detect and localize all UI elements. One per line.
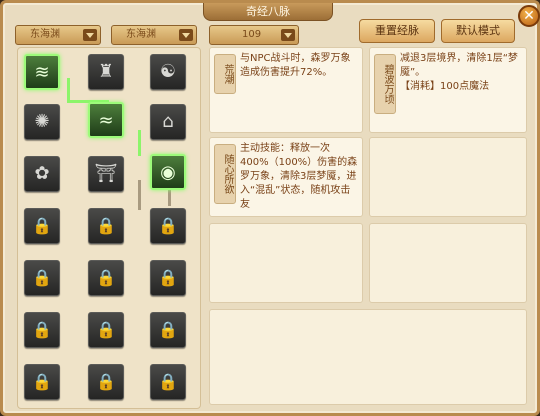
empty-skill-card — [209, 223, 363, 303]
skill-cell-lotus[interactable]: ✿ — [24, 156, 60, 192]
lock-icon: 🔒 — [158, 372, 178, 391]
skill-cell-locked[interactable]: 🔒 — [150, 260, 186, 296]
lock-icon: 🔒 — [96, 216, 116, 235]
close-button[interactable]: ✕ — [518, 5, 540, 27]
wave-icon: ≋ — [34, 62, 50, 83]
dropdown-3-value: 109 — [242, 29, 262, 40]
wind-icon: ✺ — [34, 111, 50, 132]
skill-cell-locked[interactable]: 🔒 — [88, 364, 124, 400]
gate-icon: ⛩ — [94, 163, 118, 184]
skill-cell-locked[interactable]: 🔒 — [88, 208, 124, 244]
empty-skill-card — [209, 309, 527, 405]
chevron-down-icon — [179, 29, 193, 41]
skill-cell-gate[interactable]: ⛩ — [88, 156, 124, 192]
skill-cell-waves[interactable]: ≈ — [88, 102, 124, 138]
chevron-down-icon — [281, 29, 295, 41]
region-dropdown-2[interactable]: 东海渊 — [111, 25, 197, 45]
skill-cell-locked[interactable]: 🔒 — [24, 260, 60, 296]
lock-icon: 🔒 — [96, 268, 116, 287]
figure-icon: ♜ — [97, 61, 115, 82]
skill-cell-locked[interactable]: 🔒 — [150, 364, 186, 400]
card-description: 与NPC战斗时，森罗万象造成伤害提升72%。 — [240, 53, 351, 78]
tower-icon: ⌂ — [162, 111, 174, 132]
skill-cell-orb[interactable]: ◉ — [150, 154, 186, 190]
default-mode-button[interactable]: 默认模式 — [441, 19, 515, 43]
card-description: 主动技能：释放一次400%（100%）伤害的森罗万象，清除3层梦魇，进入“混乱”… — [240, 143, 358, 210]
waves-icon: ≈ — [98, 110, 114, 131]
skill-cell-tower[interactable]: ⌂ — [150, 104, 186, 140]
card-cost: 【消耗】100点魔法 — [400, 81, 490, 92]
lock-icon: 🔒 — [158, 268, 178, 287]
skill-cell-locked[interactable]: 🔒 — [150, 312, 186, 348]
card-label: 随心所欲 — [214, 144, 236, 204]
lock-icon: 🔒 — [32, 320, 52, 339]
card-description: 减退3层境界，清除1层“梦魇”。 【消耗】100点魔法 — [400, 52, 522, 94]
skill-cell-wind[interactable]: ✺ — [24, 104, 60, 140]
window-title: 奇经八脉 — [203, 3, 333, 21]
skill-grid: ≋ ♜ ☯ ✺ ≈ ⌂ ✿ ⛩ ◉ 🔒 🔒 🔒 🔒 🔒 🔒 🔒 🔒 🔒 🔒 🔒 … — [17, 47, 201, 409]
skill-cell-figure[interactable]: ♜ — [88, 54, 124, 90]
meridian-panel: 奇经八脉 ✕ 东海渊 东海渊 109 重置经脉 默认模式 ≋ ♜ ☯ ✺ ≈ ⌂… — [0, 0, 540, 416]
skill-cell-wave[interactable]: ≋ — [24, 54, 60, 90]
skill-cell-locked[interactable]: 🔒 — [88, 312, 124, 348]
skill-card-bibo[interactable]: 碧波万顷 减退3层境界，清除1层“梦魇”。 【消耗】100点魔法 — [369, 47, 527, 133]
region-dropdown-1[interactable]: 东海渊 — [15, 25, 101, 45]
empty-skill-card — [369, 223, 527, 303]
swirl-icon: ☯ — [159, 61, 177, 82]
skill-card-huangchao[interactable]: 荒潮 与NPC战斗时，森罗万象造成伤害提升72%。 — [209, 47, 363, 133]
card-label: 荒潮 — [214, 54, 236, 94]
lock-icon: 🔒 — [96, 372, 116, 391]
level-dropdown[interactable]: 109 — [209, 25, 299, 45]
path-connector — [138, 180, 141, 210]
skill-cell-locked[interactable]: 🔒 — [150, 208, 186, 244]
reset-meridian-button[interactable]: 重置经脉 — [359, 19, 435, 43]
path-connector — [67, 78, 70, 102]
empty-skill-card — [369, 137, 527, 217]
dropdown-1-value: 东海渊 — [30, 29, 60, 40]
skill-cell-swirl[interactable]: ☯ — [150, 54, 186, 90]
lock-icon: 🔒 — [96, 320, 116, 339]
lock-icon: 🔒 — [32, 216, 52, 235]
lock-icon: 🔒 — [158, 320, 178, 339]
dropdown-2-value: 东海渊 — [126, 29, 156, 40]
lock-icon: 🔒 — [32, 268, 52, 287]
skill-card-suixin[interactable]: 随心所欲 主动技能：释放一次400%（100%）伤害的森罗万象，清除3层梦魇，进… — [209, 137, 363, 217]
skill-cell-locked[interactable]: 🔒 — [24, 208, 60, 244]
chevron-down-icon — [83, 29, 97, 41]
lock-icon: 🔒 — [158, 216, 178, 235]
skill-cell-locked[interactable]: 🔒 — [88, 260, 124, 296]
orb-icon: ◉ — [160, 162, 176, 183]
skill-cell-locked[interactable]: 🔒 — [24, 312, 60, 348]
card-label: 碧波万顷 — [374, 54, 396, 114]
skill-cell-locked[interactable]: 🔒 — [24, 364, 60, 400]
lock-icon: 🔒 — [32, 372, 52, 391]
lotus-icon: ✿ — [34, 163, 50, 184]
card-text: 减退3层境界，清除1层“梦魇”。 — [400, 53, 518, 78]
path-connector — [138, 130, 141, 156]
